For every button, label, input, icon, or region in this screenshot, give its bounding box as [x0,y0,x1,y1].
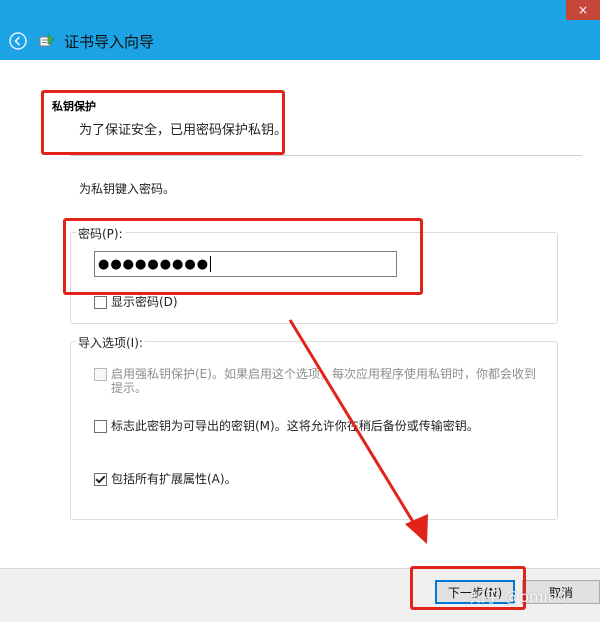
close-button[interactable]: × [566,0,600,20]
title-bar: × 证书导入向导 [0,0,600,60]
password-prompt: 为私钥键入密码。 [79,182,176,196]
option-strong-protection-row: 启用强私钥保护(E)。如果启用这个选项，每次应用程序使用私钥时，你都会收到提示。 [94,367,544,395]
close-icon: × [577,3,589,17]
certificate-wizard-icon [39,33,55,47]
back-arrow-icon[interactable] [9,32,27,50]
annotation-box-header [41,90,285,155]
import-options-label: 导入选项(I): [76,334,145,351]
wizard-title: 证书导入向导 [64,33,155,51]
show-password-checkbox[interactable] [94,296,107,309]
exportable-checkbox[interactable] [94,420,107,433]
show-password-label: 显示密码(D) [111,295,178,309]
header-divider [70,155,582,156]
annotation-box-password [63,218,423,295]
strong-protection-checkbox [94,368,107,381]
watermark-text: 知乎 @omio0 [470,588,567,606]
show-password-row[interactable]: 显示密码(D) [94,295,178,309]
option-exportable-row[interactable]: 标志此密钥为可导出的密钥(M)。这将允许你在稍后备份或传输密钥。 [94,419,544,433]
extended-properties-checkbox[interactable] [94,473,107,486]
extended-properties-label: 包括所有扩展属性(A)。 [111,472,237,486]
option-extended-properties-row[interactable]: 包括所有扩展属性(A)。 [94,472,237,486]
exportable-label: 标志此密钥为可导出的密钥(M)。这将允许你在稍后备份或传输密钥。 [111,419,479,433]
strong-protection-label: 启用强私钥保护(E)。如果启用这个选项，每次应用程序使用私钥时，你都会收到提示。 [111,367,536,395]
